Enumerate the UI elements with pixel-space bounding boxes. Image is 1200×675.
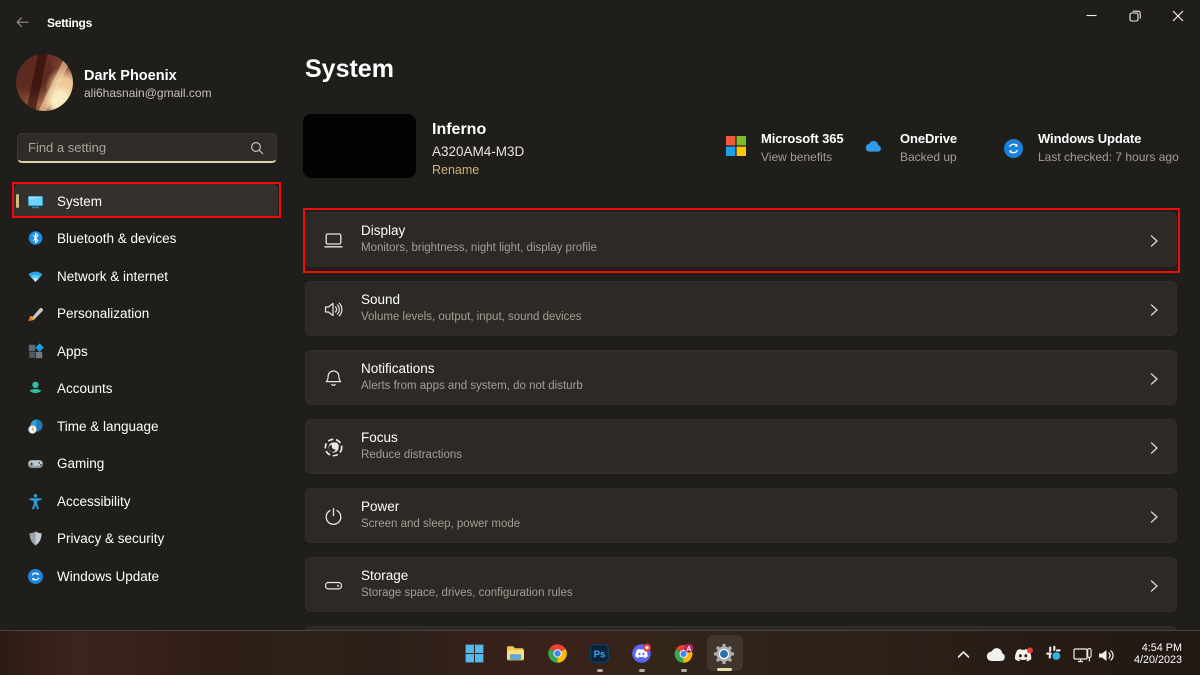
svg-text:Ps: Ps (594, 649, 606, 660)
svg-text:A: A (686, 645, 691, 652)
